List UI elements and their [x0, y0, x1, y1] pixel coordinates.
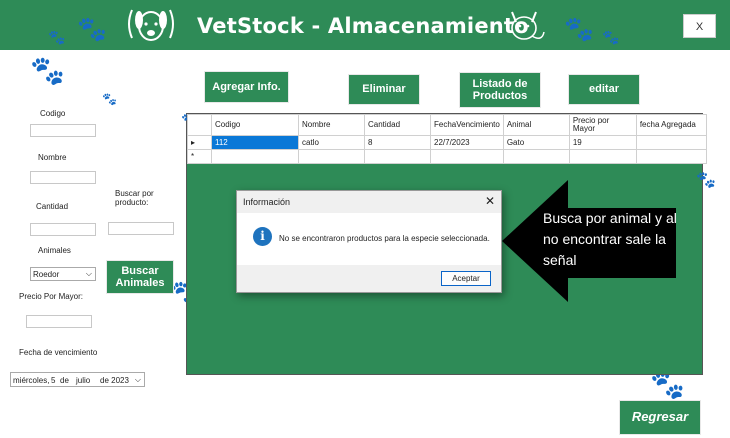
paw-icon: 🐾	[650, 369, 685, 400]
info-dialog: Información ✕ i No se encontraron produc…	[236, 190, 502, 293]
date-month: julio	[76, 376, 91, 385]
table-cell[interactable]	[430, 149, 504, 164]
date-de: de	[60, 376, 69, 385]
info-icon: i	[253, 227, 272, 246]
date-year: de 2023	[100, 376, 129, 385]
column-header[interactable]: FechaVencimiento	[430, 114, 504, 136]
buscar-producto-label: Buscar por producto:	[115, 189, 154, 207]
animal-select-value: Roedor	[33, 270, 60, 279]
codigo-label: Codigo	[40, 109, 66, 118]
animales-label: Animales	[38, 246, 71, 255]
dog-icon	[128, 9, 174, 41]
table-cell[interactable]: 8	[364, 135, 431, 150]
table-cell[interactable]	[364, 149, 431, 164]
table-cell[interactable]: catlo	[298, 135, 365, 150]
table-cell[interactable]	[635, 135, 707, 150]
products-table[interactable]: Codigo Nombre Cantidad FechaVencimiento …	[187, 114, 707, 164]
regresar-button[interactable]: Regresar	[619, 400, 701, 435]
paw-icon: 🐾	[77, 16, 107, 43]
table-row[interactable]: ▸ 112 catlo 8 22/7/2023 Gato 19	[187, 135, 707, 150]
table-cell[interactable]: 19	[568, 135, 637, 150]
column-header[interactable]: Cantidad	[364, 114, 431, 136]
chevron-down-icon: ⌵	[85, 269, 92, 278]
column-header[interactable]: Animal	[502, 114, 570, 136]
precio-label: Precio Por Mayor:	[19, 292, 84, 301]
dialog-ok-button[interactable]: Aceptar	[441, 271, 491, 286]
column-header[interactable]: fecha Agregada	[635, 114, 707, 136]
table-cell[interactable]: 22/7/2023	[430, 135, 504, 150]
column-header[interactable]: Precio por Mayor	[568, 114, 637, 136]
date-day: 5	[51, 376, 56, 385]
chevron-down-icon: ⌵	[134, 375, 141, 384]
paw-icon: 🐾	[602, 29, 620, 45]
table-cell[interactable]	[568, 149, 637, 164]
nombre-input[interactable]	[30, 171, 96, 184]
buscar-animales-button[interactable]: Buscar Animales	[106, 260, 174, 294]
date-picker[interactable]: miércoles, 5 de julio de 2023 ⌵	[10, 372, 145, 387]
buscar-producto-input[interactable]	[108, 222, 174, 235]
row-selector[interactable]: ▸	[187, 135, 212, 150]
column-header[interactable]: Nombre	[298, 114, 365, 136]
vencimiento-label: Fecha de vencimiento	[19, 348, 98, 357]
dialog-message: No se encontraron productos para la espe…	[279, 234, 490, 243]
table-cell[interactable]	[211, 149, 299, 164]
agregar-info-button[interactable]: Agregar Info.	[204, 71, 289, 103]
nombre-label: Nombre	[38, 153, 67, 162]
table-cell[interactable]	[502, 149, 570, 164]
paw-icon: 🐾	[696, 172, 716, 189]
paw-icon: 🐾	[564, 16, 594, 43]
paw-icon: 🐾	[30, 55, 65, 86]
cat-icon	[511, 11, 545, 40]
cantidad-label: Cantidad	[36, 202, 69, 211]
table-cell[interactable]	[298, 149, 365, 164]
table-cell[interactable]: Gato	[502, 135, 570, 150]
table-new-row[interactable]: *	[187, 149, 707, 164]
dialog-close-icon[interactable]: ✕	[485, 194, 495, 208]
callout-text: Busca por animal y al no encontrar sale …	[543, 210, 677, 268]
table-cell[interactable]: 112	[211, 135, 299, 150]
listado-productos-button[interactable]: Listado de Productos	[459, 72, 541, 108]
new-row-marker: *	[187, 149, 212, 164]
editar-button[interactable]: editar	[568, 74, 640, 105]
column-header[interactable]: Codigo	[211, 114, 299, 136]
paw-icon: 🐾	[102, 92, 117, 106]
precio-input[interactable]	[26, 315, 92, 328]
date-weekday: miércoles,	[13, 376, 50, 385]
app-title: VetStock - Almacenamiento	[197, 14, 529, 38]
eliminar-button[interactable]: Eliminar	[348, 74, 420, 105]
animal-select[interactable]: Roedor ⌵	[30, 267, 96, 281]
close-button[interactable]: X	[683, 14, 716, 38]
cantidad-input[interactable]	[30, 223, 96, 236]
paw-icon: 🐾	[48, 29, 66, 45]
dialog-title: Información	[243, 197, 291, 207]
table-cell[interactable]	[635, 149, 707, 164]
table-header-row: Codigo Nombre Cantidad FechaVencimiento …	[187, 114, 707, 136]
row-header-corner	[187, 114, 212, 136]
codigo-input[interactable]	[30, 124, 96, 137]
